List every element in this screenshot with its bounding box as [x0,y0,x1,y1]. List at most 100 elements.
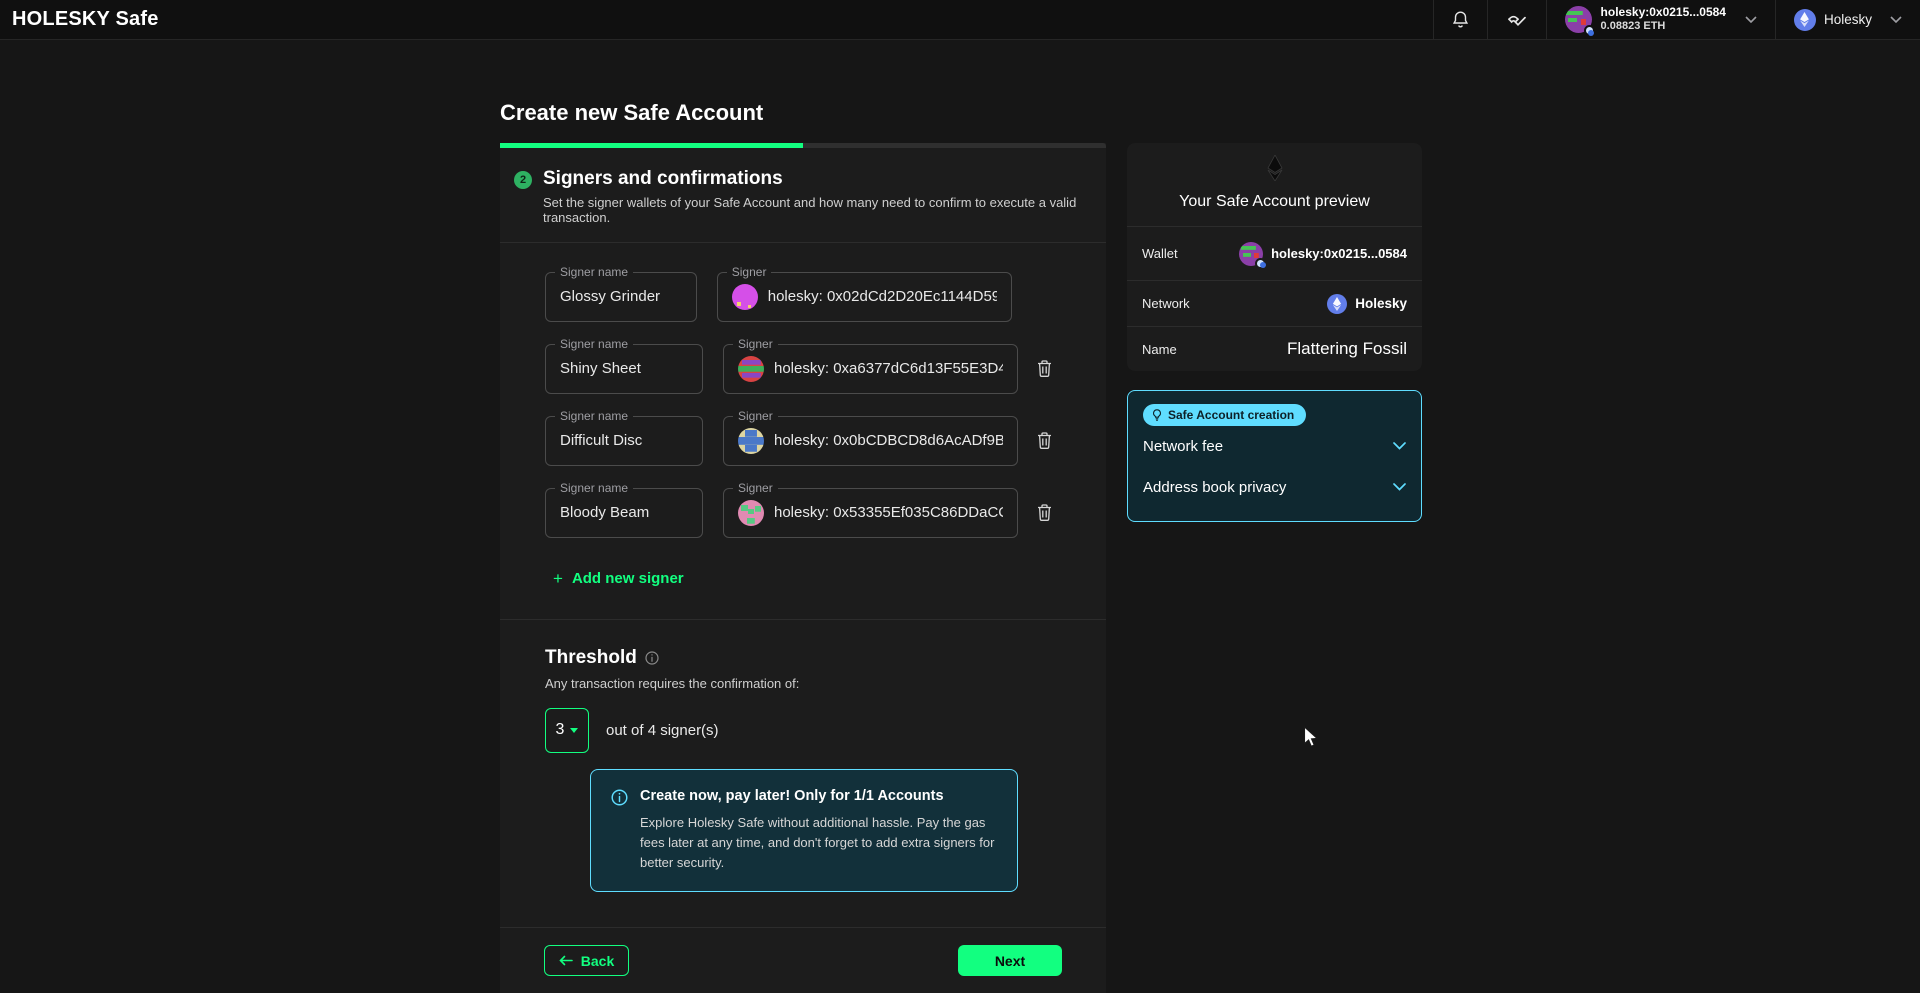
trash-icon [1036,431,1053,450]
threshold-select[interactable]: 3 [545,708,589,753]
add-signer-label: Add new signer [572,570,684,587]
step-number-badge: 2 [514,171,532,189]
threshold-value: 3 [556,721,565,739]
alert-info-icon [611,789,628,806]
paylater-alert: Create now, pay later! Only for 1/1 Acco… [590,769,1018,892]
tip-item-label: Network fee [1143,438,1223,455]
signer-avatar [738,356,764,382]
signer-address-field[interactable]: Signer holesky: 0xa6377dC6d13F55E3D4DB..… [723,344,1018,394]
app-logo[interactable]: HOLESKY Safe [12,8,159,31]
preview-label: Network [1142,296,1190,311]
signer-avatar [738,500,764,526]
remove-signer-button[interactable] [1034,357,1055,380]
tip-item-label: Address book privacy [1143,479,1286,496]
account-address: holesky:0x0215...0584 [1601,5,1726,20]
step-title: Signers and confirmations [543,169,1080,190]
signer-address-value: holesky: 0x0bCDBCD8d6AcADf9B9b... [774,432,1003,449]
signer-avatar [732,284,758,310]
app-screen: HOLESKY Safe [0,0,1920,993]
top-bar-right: holesky:0x0215...0584 0.08823 ETH Holesk… [1433,0,1920,39]
signer-address-label: Signer [733,337,778,351]
signers-section: Signer name Glossy Grinder Signer holesk… [500,243,1106,619]
trash-icon [1036,503,1053,522]
signer-address-field[interactable]: Signer holesky: 0x53355Ef035C86DDaCCff..… [723,488,1018,538]
signer-address-label: Signer [733,481,778,495]
account-menu[interactable]: holesky:0x0215...0584 0.08823 ETH [1546,0,1775,39]
signer-name-value: Bloody Beam [560,504,649,521]
remove-signer-button[interactable] [1034,429,1055,452]
preview-wallet-value: holesky:0x0215...0584 [1271,246,1407,261]
signer-name-field[interactable]: Signer name Difficult Disc [545,416,703,466]
signer-row: Signer name Glossy Grinder Signer holesk… [545,272,1062,322]
walletconnect-icon [1506,13,1528,27]
threshold-title: Threshold [545,647,637,669]
wallet-avatar [1239,242,1263,266]
chevron-down-icon [1393,442,1406,450]
preview-row: Network Holesky [1127,280,1422,326]
add-signer-button[interactable]: + Add new signer [553,566,684,619]
signer-row: Signer name Difficult Disc Signer holesk… [545,416,1062,466]
signer-address-value: holesky: 0x53355Ef035C86DDaCCff... [774,504,1003,521]
network-name: Holesky [1824,12,1872,27]
signer-address-value: holesky: 0xa6377dC6d13F55E3D4DB... [774,360,1003,377]
signer-name-field[interactable]: Signer name Shiny Sheet [545,344,703,394]
mouse-cursor [1303,726,1321,748]
sidebar-preview: Your Safe Account preview Wallet holesky… [1127,143,1422,522]
alert-title: Create now, pay later! Only for 1/1 Acco… [640,788,997,804]
network-selector[interactable]: Holesky [1775,0,1920,39]
next-label: Next [995,953,1025,969]
bell-icon [1452,10,1469,29]
tip-item-network-fee[interactable]: Network fee [1143,427,1406,466]
preview-title: Your Safe Account preview [1127,193,1422,211]
wallet-connection-badge-icon [1584,25,1595,36]
tip-item-address-book-privacy[interactable]: Address book privacy [1143,468,1406,507]
tips-badge: Safe Account creation [1143,404,1306,426]
tips-badge-label: Safe Account creation [1168,408,1294,422]
account-balance: 0.08823 ETH [1601,20,1726,34]
signer-address-label: Signer [733,409,778,423]
step-header: 2 Signers and confirmations Set the sign… [500,148,1106,242]
signer-name-field[interactable]: Signer name Bloody Beam [545,488,703,538]
network-icon [1794,9,1816,31]
threshold-section: Threshold Any transaction requires the c… [500,620,1106,927]
actions-row: Back Next [500,928,1106,993]
plus-icon: + [553,570,563,587]
signer-address-field[interactable]: Signer holesky: 0x02dCd2D20Ec1144D59D3..… [717,272,1012,322]
lightbulb-icon [1152,409,1162,422]
signer-name-value: Shiny Sheet [560,360,641,377]
preview-row: Name Flattering Fossil [1127,326,1422,371]
tips-card: Safe Account creation Network fee Addres… [1127,390,1422,522]
preview-name-value: Flattering Fossil [1287,339,1407,359]
signer-name-label: Signer name [555,337,633,351]
walletconnect-button[interactable] [1487,0,1546,39]
notifications-button[interactable] [1433,0,1487,39]
next-button[interactable]: Next [958,945,1062,976]
create-safe-card: 2 Signers and confirmations Set the sign… [500,143,1106,993]
alert-body: Explore Holesky Safe without additional … [640,813,997,873]
signer-row: Signer name Bloody Beam Signer holesky: … [545,488,1062,538]
info-icon [645,651,659,665]
signer-avatar [738,428,764,454]
signer-name-label: Signer name [555,481,633,495]
signer-address-value: holesky: 0x02dCd2D20Ec1144D59D3... [768,288,997,305]
chevron-down-icon [1745,16,1757,23]
back-label: Back [581,953,614,969]
signer-address-field[interactable]: Signer holesky: 0x0bCDBCD8d6AcADf9B9b... [723,416,1018,466]
account-info: holesky:0x0215...0584 0.08823 ETH [1601,5,1726,34]
signer-address-label: Signer [727,265,772,279]
signer-name-label: Signer name [555,265,633,279]
eth-diamond-icon [1267,155,1283,181]
top-bar: HOLESKY Safe [0,0,1920,40]
signer-name-value: Glossy Grinder [560,288,660,305]
signer-row: Signer name Shiny Sheet Signer holesky: … [545,344,1062,394]
chevron-down-icon [1890,16,1902,23]
signer-name-label: Signer name [555,409,633,423]
preview-label: Name [1142,342,1177,357]
threshold-description: Any transaction requires the confirmatio… [545,676,1062,691]
remove-signer-button[interactable] [1034,501,1055,524]
signer-name-value: Difficult Disc [560,432,642,449]
signer-name-field[interactable]: Signer name Glossy Grinder [545,272,697,322]
threshold-suffix: out of 4 signer(s) [606,722,719,739]
back-button[interactable]: Back [544,945,629,976]
preview-label: Wallet [1142,246,1178,261]
